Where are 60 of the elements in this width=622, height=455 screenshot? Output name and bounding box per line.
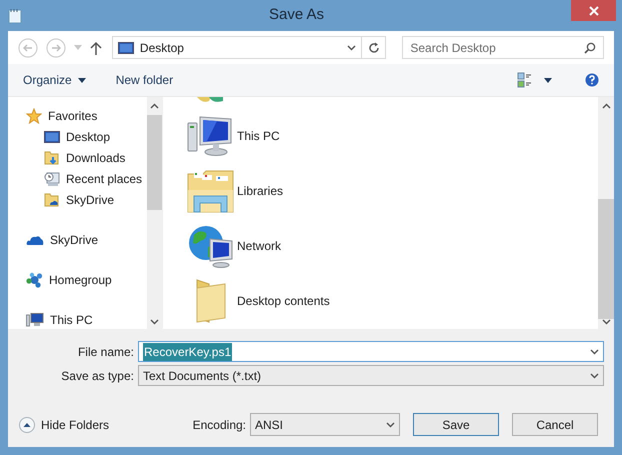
sidebar-item[interactable]: Favorites [26,105,102,126]
search-icon [584,42,596,54]
help-icon[interactable] [585,73,599,87]
address-dropdown-icon[interactable] [347,44,356,50]
sidebar-item[interactable]: Desktop [26,126,114,147]
file-name-text: RecoverKey.ps1 [143,342,232,360]
folder-cloud-icon [44,192,60,208]
scrollbar[interactable] [147,97,162,329]
field-label: Save as type: [60,368,135,384]
refresh-icon[interactable] [368,42,380,54]
address-text: Desktop [140,40,184,56]
scrollbar[interactable] [598,97,614,329]
search-field[interactable]: Search Desktop [402,36,604,59]
caret-icon [78,78,86,82]
file-item[interactable]: Desktop contents [185,273,336,328]
file-item[interactable]: Network [185,218,288,273]
dialog-button[interactable]: Save [413,413,499,436]
field-label: File name: [76,344,135,360]
homegroup-icon [26,272,43,288]
field-label: Encoding: [192,416,246,434]
desktop-icon [44,130,60,144]
up-arrow-icon[interactable] [90,40,102,54]
scroll-up-icon[interactable] [150,103,159,109]
organize-button[interactable]: Organize [23,71,86,89]
recent-places-icon [44,170,60,186]
partial-item-icon [195,97,225,104]
collapse-icon [19,416,35,432]
view-options-icon[interactable] [517,72,533,88]
hide-folders-button[interactable]: Hide Folders [19,416,110,434]
file-item[interactable]: This PC [185,108,286,163]
sidebar-item[interactable]: SkyDrive [26,189,118,210]
scrollbar-thumb[interactable] [598,199,614,319]
scroll-down-icon[interactable] [602,319,610,325]
cloud-icon [26,234,44,246]
search-input[interactable]: Search Desktop [410,38,584,56]
libraries-folder-icon [187,168,235,214]
scroll-down-icon[interactable] [150,319,159,325]
window-title: Save As [268,5,324,26]
close-button[interactable] [571,0,616,21]
file-item[interactable]: Libraries [185,163,290,218]
computer-icon [26,312,44,326]
new-folder-button[interactable]: New folder [116,71,174,89]
star-icon [26,108,42,124]
close-icon [588,6,598,16]
sidebar-item[interactable]: Homegroup [26,269,116,290]
address-bar[interactable]: Desktop [112,36,386,59]
save-type-select[interactable]: Text Documents (*.txt) [138,365,604,386]
file-name-field[interactable]: RecoverKey.ps1 [138,341,604,362]
scroll-up-icon[interactable] [602,103,610,109]
folder-download-icon [44,150,60,166]
sidebar-item[interactable]: Downloads [26,147,130,168]
dropdown-caret-icon[interactable] [544,78,552,82]
sidebar-item[interactable]: Recent places [26,168,146,189]
notepad-icon [8,8,22,24]
scrollbar-thumb[interactable] [147,115,162,210]
desktop-icon [118,40,134,54]
sidebar-item[interactable]: SkyDrive [26,229,102,250]
sidebar-item[interactable]: This PC [26,309,97,329]
encoding-select[interactable]: ANSI [250,413,400,436]
dialog-button[interactable]: Cancel [512,413,598,436]
